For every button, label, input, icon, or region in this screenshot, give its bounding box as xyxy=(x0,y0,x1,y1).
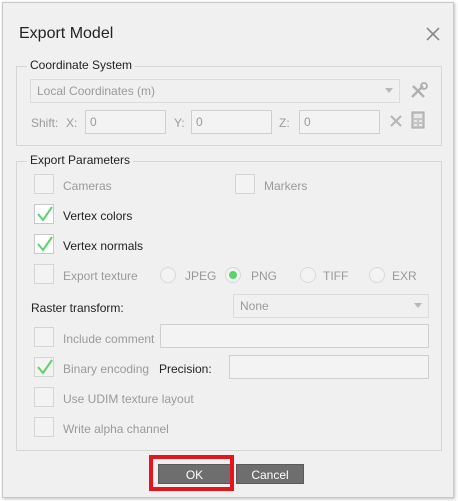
jpeg-label: JPEG xyxy=(185,269,217,283)
exr-radio xyxy=(369,267,385,283)
ok-button-highlight xyxy=(149,455,234,491)
cameras-label: Cameras xyxy=(63,179,112,193)
y-label: Y: xyxy=(174,116,185,130)
jpeg-radio xyxy=(160,267,176,283)
cameras-checkbox xyxy=(34,174,54,194)
shift-y-input: 0 xyxy=(191,110,272,134)
coordinate-system-group xyxy=(16,66,442,146)
close-icon[interactable] xyxy=(423,24,443,44)
binary-encoding-label: Binary encoding xyxy=(63,362,150,376)
vertex-colors-label: Vertex colors xyxy=(63,209,133,223)
cancel-button[interactable]: Cancel xyxy=(236,464,304,484)
z-label: Z: xyxy=(279,116,290,130)
tiff-label: TIFF xyxy=(323,269,349,283)
raster-transform-label: Raster transform: xyxy=(31,301,124,315)
include-comment-label: Include comment xyxy=(63,332,155,346)
comment-input xyxy=(160,324,429,348)
png-radio xyxy=(225,267,241,283)
raster-transform-select: None xyxy=(233,294,429,318)
export-parameters-legend: Export Parameters xyxy=(27,153,134,167)
export-model-dialog: Export Model Coordinate System Local Coo… xyxy=(2,2,454,498)
markers-checkbox xyxy=(235,174,255,194)
x-label: X: xyxy=(66,116,78,130)
vertex-normals-checkbox[interactable] xyxy=(34,234,54,254)
alpha-channel-label: Write alpha channel xyxy=(63,422,169,436)
export-texture-checkbox xyxy=(34,264,54,284)
shift-label: Shift: xyxy=(31,116,59,130)
raster-transform-value: None xyxy=(240,299,269,313)
calculator-icon xyxy=(411,111,425,132)
shift-z-input: 0 xyxy=(299,110,380,134)
coordinate-system-value: Local Coordinates (m) xyxy=(37,84,156,98)
coordinate-system-legend: Coordinate System xyxy=(27,58,136,72)
checkmark-icon xyxy=(37,236,53,252)
dialog-title: Export Model xyxy=(19,25,114,42)
checkmark-icon xyxy=(37,206,53,222)
shift-x-input: 0 xyxy=(85,110,166,134)
vertex-normals-label: Vertex normals xyxy=(63,239,144,253)
png-label: PNG xyxy=(251,269,278,283)
precision-input xyxy=(229,355,429,379)
markers-label: Markers xyxy=(264,179,308,193)
precision-label: Precision: xyxy=(159,362,212,376)
udim-label: Use UDIM texture layout xyxy=(63,392,194,406)
vertex-colors-checkbox[interactable] xyxy=(34,204,54,224)
coordinate-system-select: Local Coordinates (m) xyxy=(30,79,400,103)
binary-encoding-checkbox xyxy=(34,357,54,377)
include-comment-checkbox xyxy=(34,327,54,347)
export-texture-label: Export texture xyxy=(63,269,138,283)
tiff-radio xyxy=(300,267,316,283)
chevron-down-icon xyxy=(414,303,422,308)
udim-checkbox xyxy=(34,387,54,407)
checkmark-icon xyxy=(37,359,53,375)
chevron-down-icon xyxy=(385,88,393,93)
tools-icon xyxy=(409,82,429,103)
exr-label: EXR xyxy=(392,269,417,283)
clear-icon xyxy=(389,114,403,131)
alpha-channel-checkbox xyxy=(34,417,54,437)
